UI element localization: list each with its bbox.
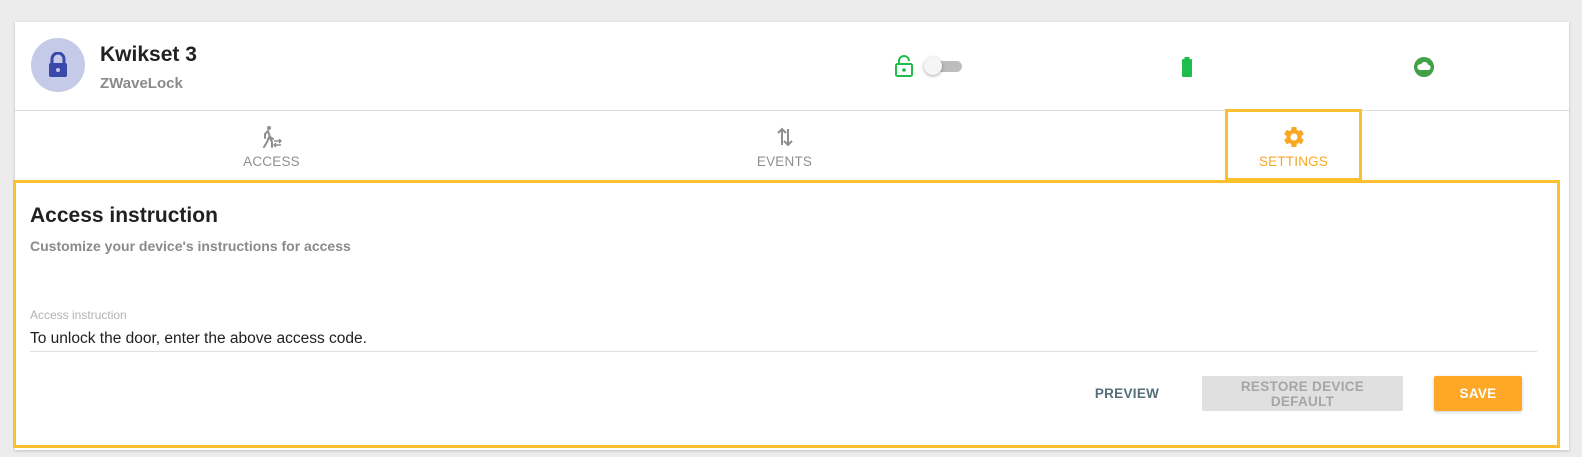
device-card: Kwikset 3 ZWaveLock ACCESS EVENTS SETTIN… [13, 22, 1569, 450]
tab-access[interactable]: ACCESS [15, 111, 528, 181]
person-access-icon [262, 126, 282, 148]
tab-settings-label: SETTINGS [1258, 154, 1329, 169]
access-instruction-panel: Access instruction Customize your device… [13, 180, 1560, 448]
lock-icon [49, 52, 67, 77]
panel-title: Access instruction [30, 204, 218, 227]
tab-settings[interactable]: SETTINGS [1225, 109, 1362, 181]
device-tabs: ACCESS EVENTS SETTINGS [15, 109, 1569, 181]
panel-subtitle: Customize your device's instructions for… [30, 238, 351, 254]
tab-events[interactable]: EVENTS [528, 111, 1041, 181]
battery-full-icon [1181, 56, 1193, 83]
gear-icon [1283, 127, 1304, 148]
toggle-thumb [924, 57, 942, 75]
lock-open-icon [894, 55, 914, 82]
cloud-icon [1413, 56, 1435, 83]
tab-events-label: EVENTS [756, 154, 813, 169]
device-type: ZWaveLock [100, 75, 183, 92]
input-underline [30, 351, 1537, 352]
device-avatar [31, 38, 85, 92]
device-header: Kwikset 3 ZWaveLock [15, 22, 1569, 111]
save-button[interactable]: SAVE [1434, 376, 1522, 411]
access-instruction-label: Access instruction [30, 308, 127, 322]
restore-default-button[interactable]: RESTORE DEVICE DEFAULT [1202, 376, 1403, 411]
tab-access-label: ACCESS [243, 154, 300, 169]
lock-toggle[interactable] [924, 57, 962, 75]
access-instruction-input[interactable] [30, 327, 1537, 351]
device-name: Kwikset 3 [100, 43, 197, 66]
swap-vert-icon [776, 127, 793, 147]
preview-button[interactable]: PREVIEW [1087, 376, 1167, 411]
